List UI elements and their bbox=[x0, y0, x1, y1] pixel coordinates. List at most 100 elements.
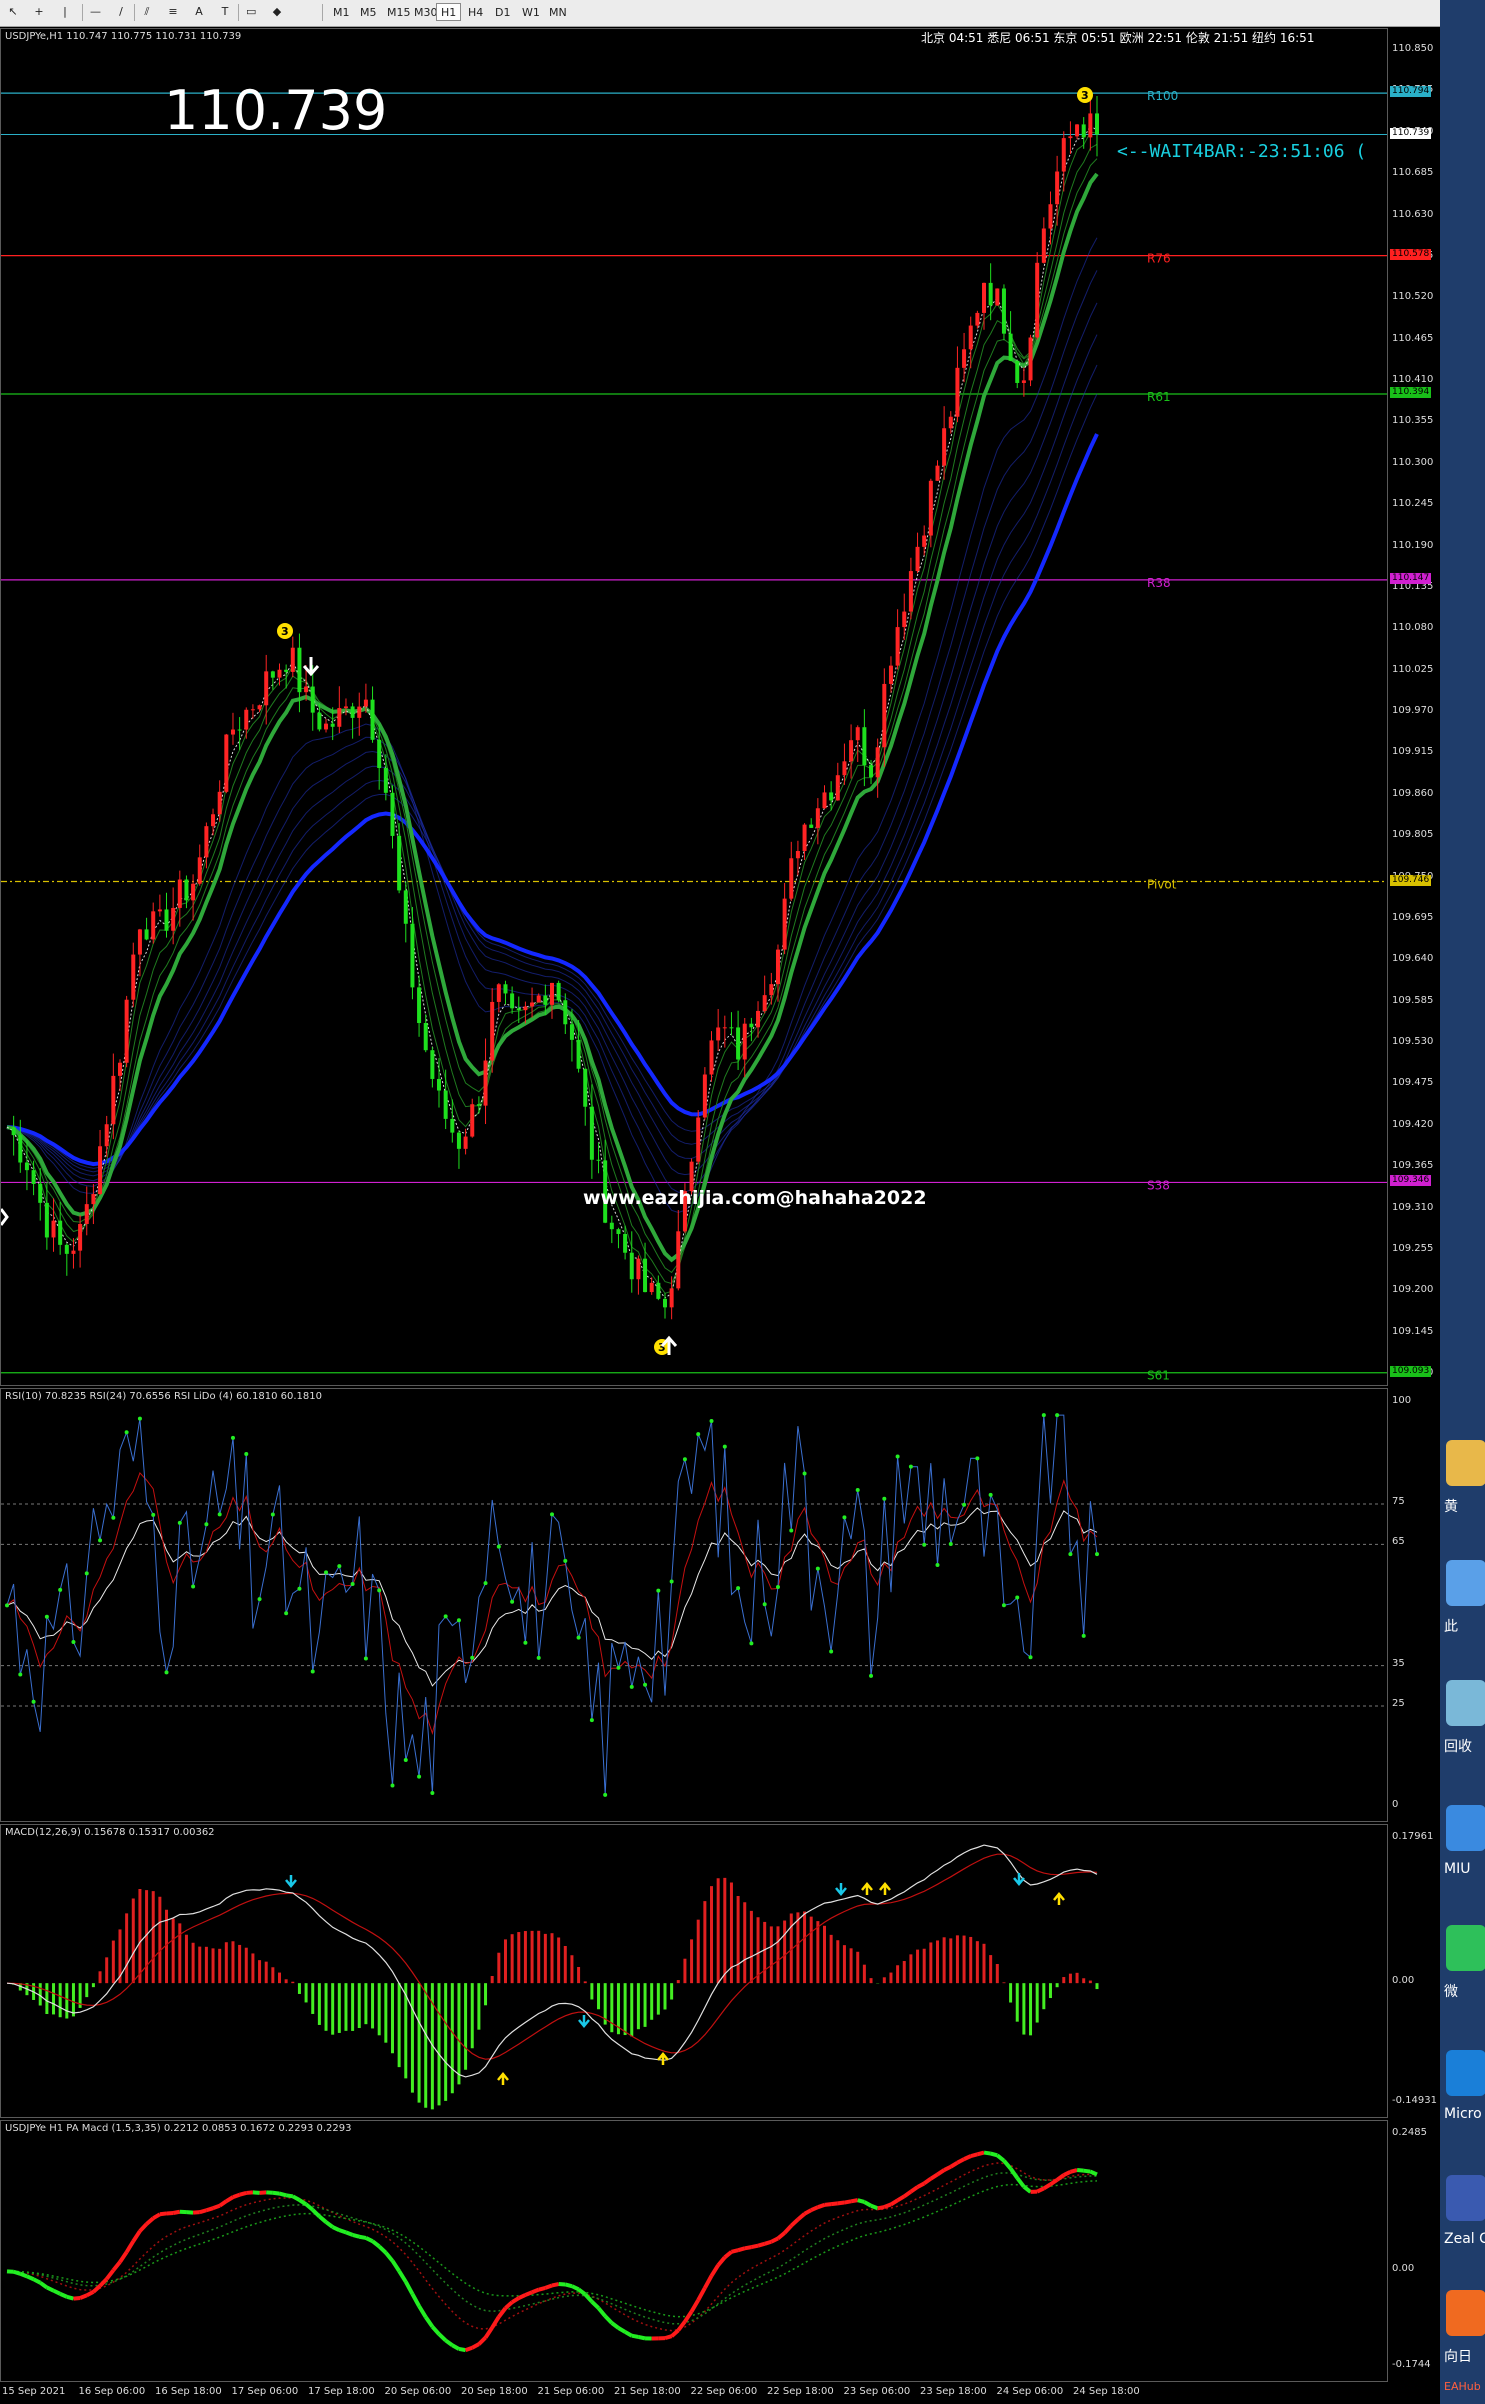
pa-line-falling bbox=[1089, 2169, 1098, 2177]
timeframe-d1-button[interactable]: D1 bbox=[490, 3, 515, 21]
timeframe-m5-button[interactable]: M5 bbox=[355, 3, 382, 21]
candle-bull bbox=[782, 898, 787, 950]
time-axis-label: 22 Sep 06:00 bbox=[690, 2386, 758, 2397]
macd-arrow-up-icon bbox=[657, 2052, 669, 2065]
rsi-dot bbox=[709, 1419, 714, 1424]
pa-macd-chart[interactable] bbox=[1, 2121, 1387, 2381]
candle-bull bbox=[915, 546, 920, 572]
pa-line-rising bbox=[943, 2164, 952, 2172]
candle-bear bbox=[437, 1078, 442, 1091]
recycle-bin-icon bbox=[1446, 1680, 1485, 1726]
candle-bull bbox=[171, 907, 176, 931]
rsi-axis-label: 100 bbox=[1392, 1395, 1412, 1406]
pa-line-rising bbox=[949, 2160, 959, 2169]
candle-bear bbox=[430, 1050, 435, 1079]
pa-line-falling bbox=[390, 2259, 401, 2273]
candle-bull bbox=[197, 857, 202, 884]
text-label-icon[interactable]: T bbox=[216, 3, 234, 21]
candle-bull bbox=[1028, 337, 1033, 381]
macd-arrow-down-icon bbox=[1013, 1873, 1025, 1886]
time-axis-label: 16 Sep 18:00 bbox=[155, 2386, 222, 2397]
candle-bull bbox=[742, 1023, 747, 1060]
macd-arrow-down-icon bbox=[835, 1883, 847, 1896]
rsi-dot bbox=[496, 1544, 501, 1549]
candle-bear bbox=[237, 729, 242, 731]
rsi-axis: 100 75 65 35 25 0 bbox=[1388, 1388, 1440, 1822]
toolbar-separator bbox=[322, 4, 323, 21]
pa-line-rising bbox=[118, 2250, 129, 2264]
candle-bull bbox=[636, 1258, 641, 1280]
pa-line-falling bbox=[1002, 2159, 1013, 2170]
candle-bull bbox=[277, 669, 282, 678]
timeframe-mn-button[interactable]: MN bbox=[544, 3, 572, 21]
horizontal-line-icon[interactable]: — bbox=[86, 3, 105, 21]
vertical-line-icon[interactable]: | bbox=[56, 3, 74, 21]
price-chart[interactable]: R100R76R61R38PivotS38S61333 bbox=[1, 29, 1387, 1385]
candle-bull bbox=[151, 911, 156, 940]
rsi-chart[interactable] bbox=[1, 1389, 1387, 1821]
mt4-icon bbox=[1446, 2175, 1485, 2221]
candle-bear bbox=[556, 982, 561, 1001]
crosshair-icon[interactable]: + bbox=[30, 3, 48, 21]
pa-line-falling bbox=[637, 2334, 646, 2341]
rsi-dot bbox=[1068, 1552, 1073, 1557]
macd-panel[interactable]: MACD(12,26,9) 0.15678 0.15317 0.00362 bbox=[0, 1824, 1388, 2118]
rsi-dot bbox=[882, 1496, 887, 1501]
pa-line-rising bbox=[239, 2191, 247, 2197]
pa-line-falling bbox=[444, 2338, 454, 2347]
timeframe-h1-button[interactable]: H1 bbox=[436, 3, 462, 21]
timeframe-h4-button[interactable]: H4 bbox=[463, 3, 488, 21]
candle-bull bbox=[550, 982, 554, 1005]
cursor-icon[interactable]: ↖ bbox=[4, 3, 22, 21]
timeframe-w1-button[interactable]: W1 bbox=[517, 3, 545, 21]
rsi-dot bbox=[1001, 1603, 1006, 1608]
candle-bear bbox=[310, 686, 315, 713]
pa-line-falling bbox=[870, 2203, 879, 2211]
rsi-dot bbox=[669, 1579, 674, 1584]
rectangle-icon[interactable]: ▭ bbox=[242, 3, 260, 21]
pa-line-falling bbox=[990, 2151, 998, 2158]
pa-line-rising bbox=[1069, 2168, 1078, 2174]
pa-line-rising bbox=[850, 2198, 859, 2204]
timeframe-m1-button[interactable]: M1 bbox=[328, 3, 355, 21]
pa-line-falling bbox=[458, 2346, 466, 2353]
candle-bear bbox=[729, 1027, 734, 1029]
pa-line-rising bbox=[803, 2208, 813, 2216]
pa-line-falling bbox=[424, 2315, 435, 2328]
text-icon[interactable]: A bbox=[190, 3, 208, 21]
pa-line-rising bbox=[789, 2218, 800, 2228]
pa-line-rising bbox=[531, 2287, 540, 2295]
main-chart-panel[interactable]: R100 R76 R61 R38 Pivot S38 S61 3 3 3 USDJPYe,H1 1… bbox=[0, 28, 1388, 1386]
rsi-dot bbox=[257, 1597, 262, 1602]
channel-icon[interactable]: ⫽ bbox=[138, 3, 156, 21]
candle-bear bbox=[862, 727, 867, 766]
candle-bull bbox=[470, 1104, 475, 1137]
marker-label: 3 bbox=[1081, 89, 1089, 102]
candle-bull bbox=[975, 312, 980, 326]
shapes-icon[interactable]: ◆ bbox=[268, 3, 286, 21]
candle-bull bbox=[177, 879, 182, 908]
fibonacci-icon[interactable]: ≡ bbox=[164, 3, 182, 21]
rsi-dot bbox=[523, 1640, 528, 1645]
candle-bear bbox=[1015, 360, 1020, 383]
candle-bull bbox=[709, 1040, 714, 1075]
price-axis[interactable]: 110.850110.795110.740110.685110.630110.5… bbox=[1388, 28, 1440, 1386]
pa-line-rising bbox=[916, 2181, 926, 2189]
rsi-dot bbox=[443, 1614, 448, 1619]
pa-line-falling bbox=[596, 2306, 607, 2318]
candle-bull bbox=[875, 747, 880, 778]
candle-bear bbox=[24, 1162, 29, 1171]
candle-bear bbox=[64, 1244, 69, 1254]
ma-ribbon-blue bbox=[6, 237, 1098, 1214]
candle-bull bbox=[496, 984, 501, 1002]
candle-bear bbox=[18, 1135, 23, 1163]
trendline-icon[interactable]: / bbox=[112, 3, 130, 21]
time-axis: 15 Sep 2021 16 Sep 06:00 16 Sep 18:00 17 Se… bbox=[0, 2382, 1440, 2404]
pa-line-rising bbox=[131, 2229, 142, 2243]
rsi-dot bbox=[643, 1682, 648, 1687]
time-axis-label: 23 Sep 18:00 bbox=[920, 2386, 987, 2397]
pa-macd-panel[interactable]: USDJPYe H1 PA Macd (1.5,3,35) 0.2212 0.0… bbox=[0, 2120, 1388, 2382]
macd-chart[interactable] bbox=[1, 1825, 1387, 2117]
time-axis-label: 17 Sep 18:00 bbox=[308, 2386, 375, 2397]
rsi-panel[interactable]: RSI(10) 70.8235 RSI(24) 70.6556 RSI LiDo… bbox=[0, 1388, 1388, 1822]
